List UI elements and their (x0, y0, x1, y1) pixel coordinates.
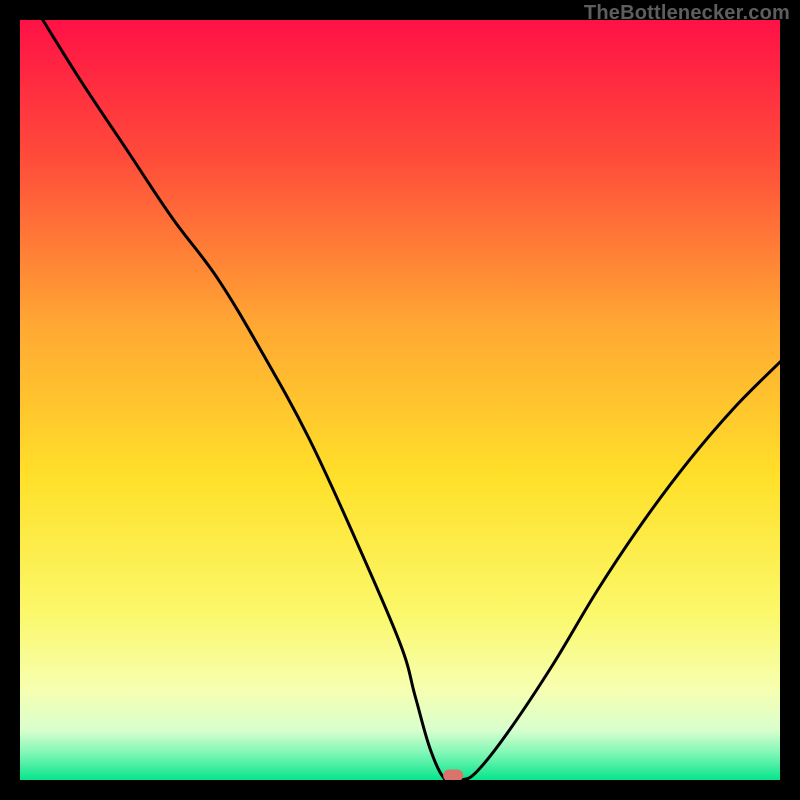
watermark-text: TheBottlenecker.com (584, 2, 790, 25)
gradient-background (20, 20, 780, 780)
bottleneck-chart (20, 20, 780, 780)
optimal-marker (443, 769, 463, 780)
plot-area (20, 20, 780, 780)
chart-container: TheBottlenecker.com (0, 0, 800, 800)
